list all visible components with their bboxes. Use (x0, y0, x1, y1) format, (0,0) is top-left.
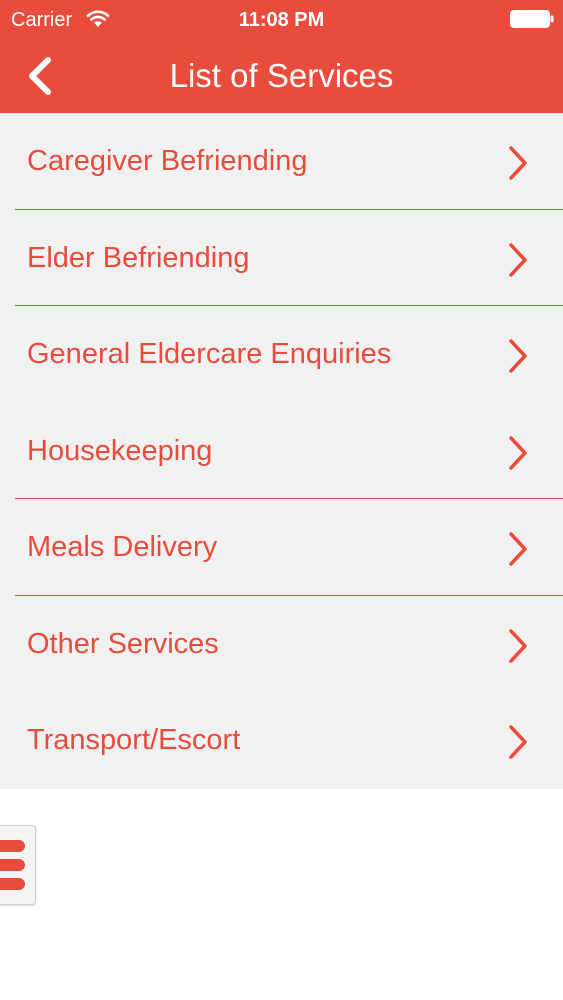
hamburger-menu-icon (0, 859, 25, 871)
service-item-label: Housekeeping (27, 434, 213, 467)
service-item-label: Elder Befriending (27, 241, 250, 274)
service-item-label: Meals Delivery (27, 531, 218, 563)
services-list: Caregiver Befriending Elder Befriending … (0, 113, 563, 789)
hamburger-menu-icon (0, 840, 25, 852)
status-bar: Carrier 11:08 PM (0, 0, 563, 40)
menu-button[interactable] (0, 825, 36, 905)
service-item-label: Other Services (27, 627, 219, 660)
service-item-other-services[interactable]: Other Services (0, 596, 563, 693)
chevron-right-icon (509, 146, 527, 180)
service-item-label: General Eldercare Enquiries (27, 338, 392, 370)
service-item-label: Transport/Escort (27, 724, 241, 756)
hamburger-menu-icon (0, 878, 25, 890)
chevron-right-icon (509, 339, 527, 373)
status-time: 11:08 PM (238, 9, 325, 31)
battery-icon (510, 10, 554, 28)
app-header: Carrier 11:08 PM List of Services (0, 0, 563, 113)
chevron-right-icon (509, 242, 527, 277)
chevron-left-icon (29, 57, 51, 95)
service-item-elder-befriending[interactable]: Elder Befriending (0, 210, 563, 307)
chevron-right-icon (509, 435, 527, 470)
navigation-bar: List of Services (0, 40, 563, 113)
service-item-general-eldercare-enquiries[interactable]: General Eldercare Enquiries (0, 306, 563, 403)
page-title: List of Services (169, 57, 394, 94)
chevron-right-icon (509, 532, 527, 566)
service-item-caregiver-befriending[interactable]: Caregiver Befriending (0, 113, 563, 210)
chevron-right-icon (509, 725, 527, 759)
service-item-label: Caregiver Befriending (27, 145, 308, 177)
service-item-meals-delivery[interactable]: Meals Delivery (0, 499, 563, 596)
chevron-right-icon (509, 628, 527, 663)
back-button[interactable] (22, 54, 62, 98)
service-item-transport-escort[interactable]: Transport/Escort (0, 692, 563, 789)
service-item-housekeeping[interactable]: Housekeeping (0, 403, 563, 500)
